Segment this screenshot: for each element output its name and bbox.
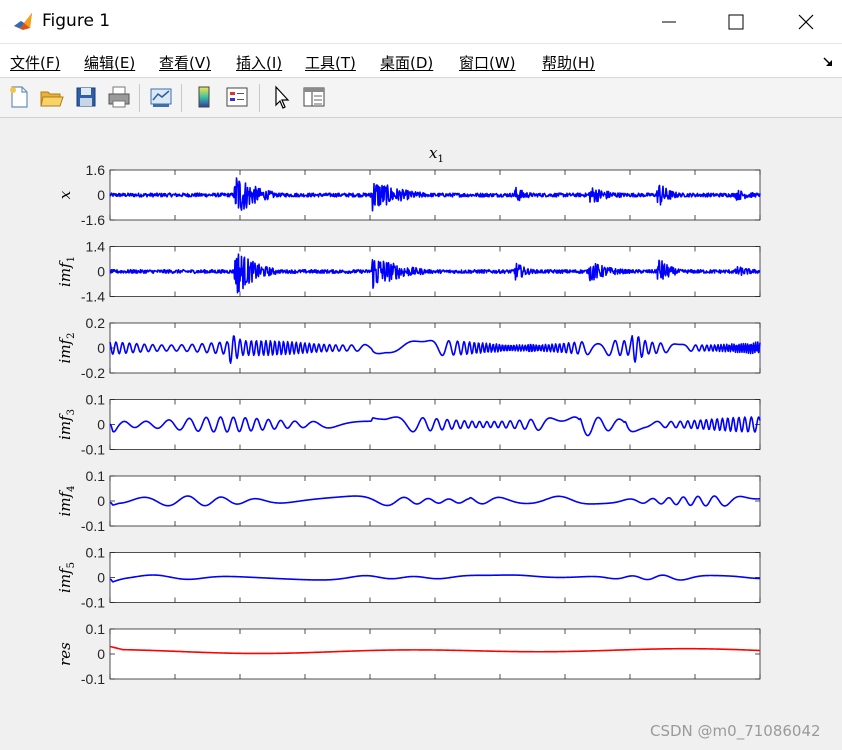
y-axis-label: imf5 [56, 562, 77, 593]
insert-legend-icon [226, 87, 248, 107]
y-tick-label: 0.1 [86, 468, 106, 484]
y-tick-label: 0.1 [86, 621, 106, 637]
y-tick-label: 0 [97, 646, 105, 662]
matlab-logo-icon [12, 10, 34, 32]
save-button[interactable] [73, 84, 99, 110]
print-button[interactable] [106, 84, 132, 110]
window-titlebar: Figure 1 [0, 0, 842, 44]
menu-bar: 文件(F) 编辑(E) 查看(V) 插入(I) 工具(T) 桌面(D) 窗口(W… [0, 44, 842, 78]
emd-subplots-chart[interactable]: x1 1.6 0 -1.6 x 1.4 0 -1.4imf1 0.2 0 -0.2imf2 0.1 0 -… [0, 118, 842, 750]
close-icon [798, 14, 814, 30]
figure-canvas: x1 1.6 0 -1.6 x 1.4 0 -1.4 imf1 0.2 0 -0.2 imf2 0.1 0 -… [0, 118, 842, 750]
link-plot-icon [150, 88, 172, 107]
chart-title: x1 [429, 144, 444, 165]
watermark-text: CSDN @m0_71086042 [650, 722, 821, 740]
y-axis-label: x [56, 190, 74, 199]
y-tick-label: 0.2 [86, 315, 106, 331]
insert-colorbar-button[interactable] [191, 84, 217, 110]
toolbar-separator [181, 84, 182, 112]
y-tick-label: -0.1 [81, 518, 105, 534]
y-tick-label: 0.1 [86, 545, 106, 561]
property-inspector-button[interactable] [301, 84, 327, 110]
y-tick-label: -1.4 [81, 289, 105, 305]
y-tick-label: 0 [97, 570, 105, 586]
new-figure-icon [10, 86, 28, 108]
y-axis-label: imf1 [56, 256, 77, 287]
dock-arrow-icon[interactable] [822, 56, 834, 68]
y-axis-label: imf2 [56, 333, 77, 364]
y-tick-label: 0 [97, 493, 105, 509]
y-tick-label: -0.2 [81, 365, 105, 381]
property-inspector-icon [303, 87, 325, 107]
save-icon [76, 87, 96, 107]
open-file-button[interactable] [38, 84, 64, 110]
print-icon [108, 86, 130, 108]
axes-box [109, 628, 761, 680]
y-tick-label: 0.1 [86, 392, 106, 408]
minimize-button[interactable] [648, 0, 694, 44]
minimize-icon [662, 21, 676, 23]
y-tick-label: 0 [97, 264, 105, 280]
y-tick-label: -0.1 [81, 442, 105, 458]
y-axis-label: imf4 [56, 486, 77, 517]
y-tick-label: 0 [97, 417, 105, 433]
menu-edit[interactable]: 编辑(E) [84, 52, 135, 73]
y-tick-label: 0 [97, 340, 105, 356]
insert-legend-button[interactable] [224, 84, 250, 110]
y-tick-label: -0.1 [81, 595, 105, 611]
menu-insert[interactable]: 插入(I) [236, 52, 282, 73]
new-figure-button[interactable] [6, 84, 32, 110]
open-file-icon [40, 91, 64, 107]
menu-tools[interactable]: 工具(T) [305, 52, 356, 73]
y-tick-label: 1.4 [86, 239, 106, 255]
close-button[interactable] [784, 0, 830, 44]
menu-help[interactable]: 帮助(H) [542, 52, 595, 73]
toolbar-separator [139, 84, 140, 112]
link-plot-button[interactable] [148, 84, 174, 110]
figure-toolbar [0, 78, 842, 118]
insert-colorbar-icon [198, 86, 210, 108]
window-title: Figure 1 [42, 11, 111, 31]
y-tick-label: -0.1 [81, 671, 105, 687]
menu-file[interactable]: 文件(F) [10, 52, 60, 73]
y-tick-label: -1.6 [81, 212, 105, 228]
maximize-button[interactable] [713, 0, 759, 44]
y-axis-label: res [56, 642, 74, 666]
maximize-icon [728, 14, 744, 30]
y-tick-label: 1.6 [86, 162, 106, 178]
y-tick-label: 0 [97, 187, 105, 203]
menu-view[interactable]: 查看(V) [159, 52, 211, 73]
toolbar-separator [259, 84, 260, 112]
menu-window[interactable]: 窗口(W) [459, 52, 516, 73]
edit-plot-button[interactable] [269, 84, 295, 110]
menu-desktop[interactable]: 桌面(D) [380, 52, 433, 73]
edit-plot-icon [275, 85, 290, 109]
y-axis-label: imf3 [56, 409, 77, 440]
